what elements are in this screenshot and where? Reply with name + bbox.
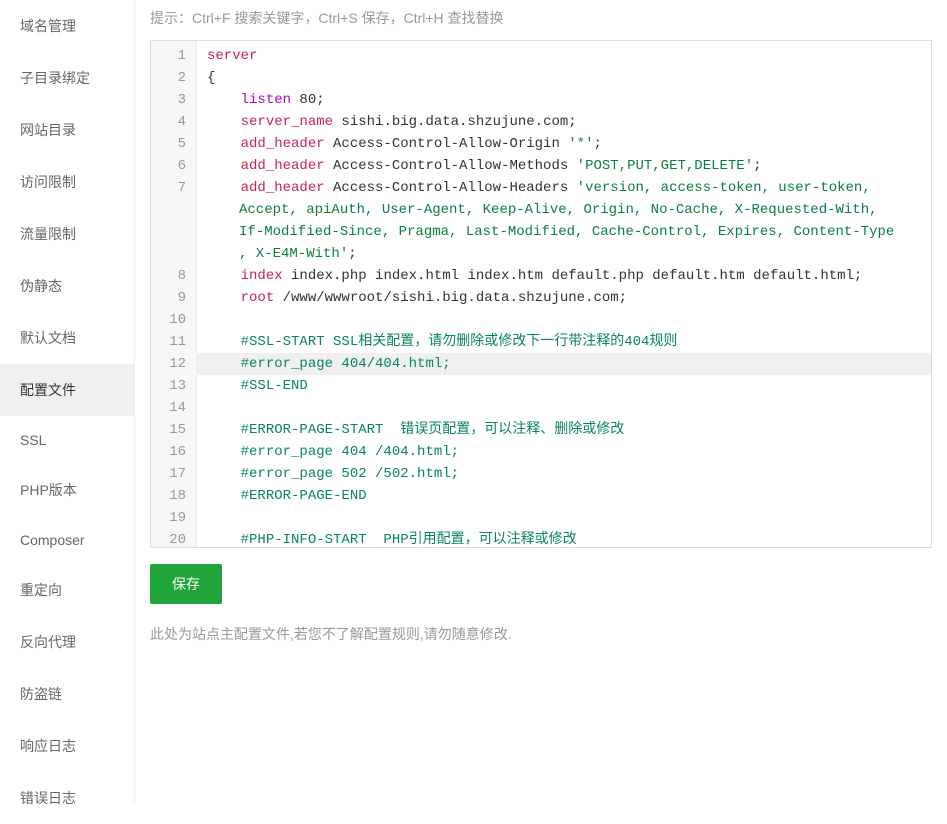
sidebar-item[interactable]: 流量限制 — [0, 208, 134, 260]
hint-text: 提示：Ctrl+F 搜索关键字，Ctrl+S 保存，Ctrl+H 查找替换 — [150, 0, 932, 40]
main-panel: 提示：Ctrl+F 搜索关键字，Ctrl+S 保存，Ctrl+H 查找替换 12… — [135, 0, 947, 803]
sidebar-item[interactable]: 默认文档 — [0, 312, 134, 364]
sidebar-item[interactable]: 反向代理 — [0, 616, 134, 668]
sidebar-item[interactable]: 访问限制 — [0, 156, 134, 208]
code-area[interactable]: server{ listen 80; server_name sishi.big… — [197, 41, 931, 548]
warning-text: 此处为站点主配置文件,若您不了解配置规则,请勿随意修改. — [150, 624, 932, 644]
sidebar: 域名管理子目录绑定网站目录访问限制流量限制伪静态默认文档配置文件SSLPHP版本… — [0, 0, 135, 803]
sidebar-item[interactable]: 子目录绑定 — [0, 52, 134, 104]
app-container: 域名管理子目录绑定网站目录访问限制流量限制伪静态默认文档配置文件SSLPHP版本… — [0, 0, 947, 803]
sidebar-item[interactable]: 响应日志 — [0, 720, 134, 772]
sidebar-item[interactable]: 防盗链 — [0, 668, 134, 720]
sidebar-item[interactable]: PHP版本 — [0, 464, 134, 516]
sidebar-item[interactable]: 重定向 — [0, 564, 134, 616]
sidebar-item[interactable]: 配置文件 — [0, 364, 134, 416]
sidebar-item[interactable]: 域名管理 — [0, 0, 134, 52]
sidebar-item[interactable]: SSL — [0, 416, 134, 464]
sidebar-item[interactable]: 错误日志 — [0, 772, 134, 824]
save-button[interactable]: 保存 — [150, 564, 222, 604]
sidebar-item[interactable]: 网站目录 — [0, 104, 134, 156]
sidebar-item[interactable]: Composer — [0, 516, 134, 564]
line-gutter: 1234567 891011121314151617181920 — [151, 41, 197, 548]
config-editor[interactable]: 1234567 891011121314151617181920 server{… — [150, 40, 932, 548]
sidebar-item[interactable]: 伪静态 — [0, 260, 134, 312]
